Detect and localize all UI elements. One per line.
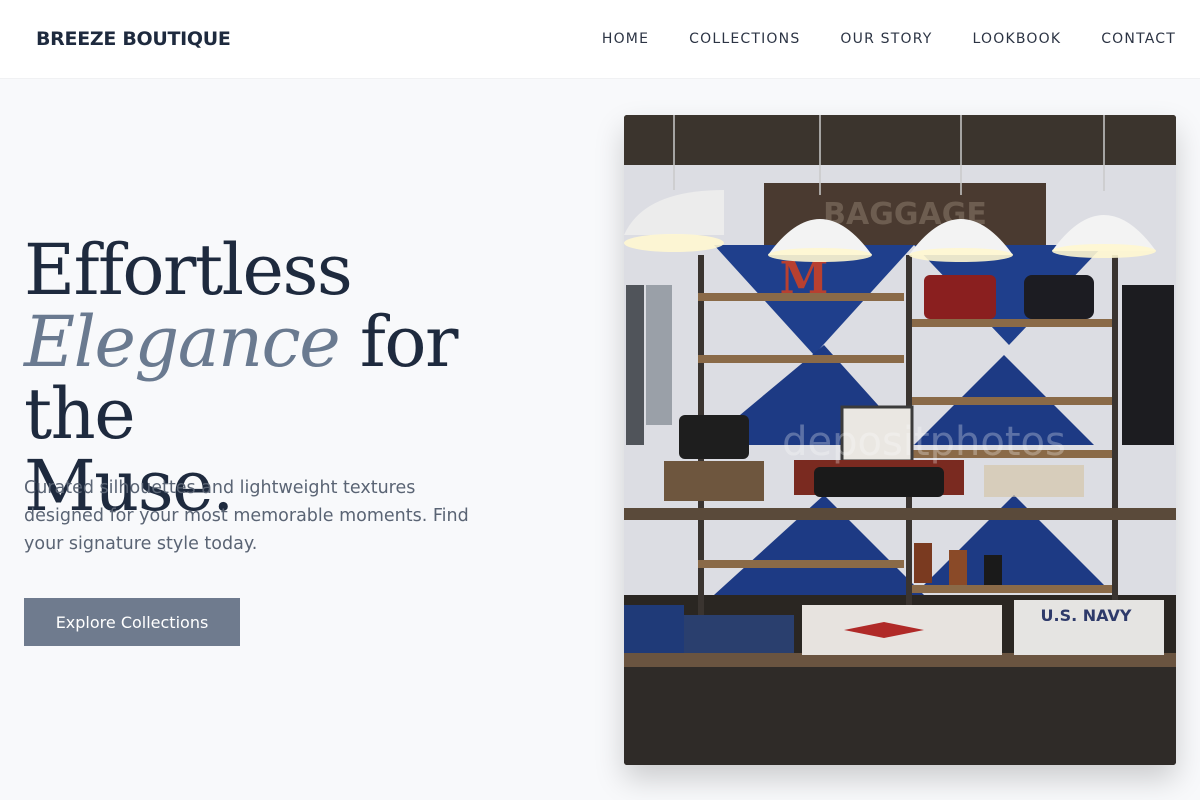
navy-shirt-text: U.S. NAVY [1041,606,1132,625]
main-nav: HOME COLLECTIONS OUR STORY LOOKBOOK CONT… [602,31,1176,47]
explore-collections-button[interactable]: Explore Collections [24,598,240,646]
hero-store-photo: BAGGAGE M U.S. NAVY depositphotos [624,115,1176,765]
headline-line1: Effortless [24,229,353,311]
hero-subtext: Curated silhouettes and lightweight text… [24,478,469,554]
nav-collections[interactable]: COLLECTIONS [689,31,800,47]
brand-logo[interactable]: BREEZE BOUTIQUE [36,28,231,50]
site-header: BREEZE BOUTIQUE HOME COLLECTIONS OUR STO… [0,0,1200,79]
headline-emphasis: Elegance [24,301,341,383]
nav-our-story[interactable]: OUR STORY [840,31,932,47]
nav-contact[interactable]: CONTACT [1101,31,1176,47]
nav-home[interactable]: HOME [602,31,649,47]
nav-lookbook[interactable]: LOOKBOOK [973,31,1062,47]
photo-watermark: depositphotos [782,419,1066,465]
